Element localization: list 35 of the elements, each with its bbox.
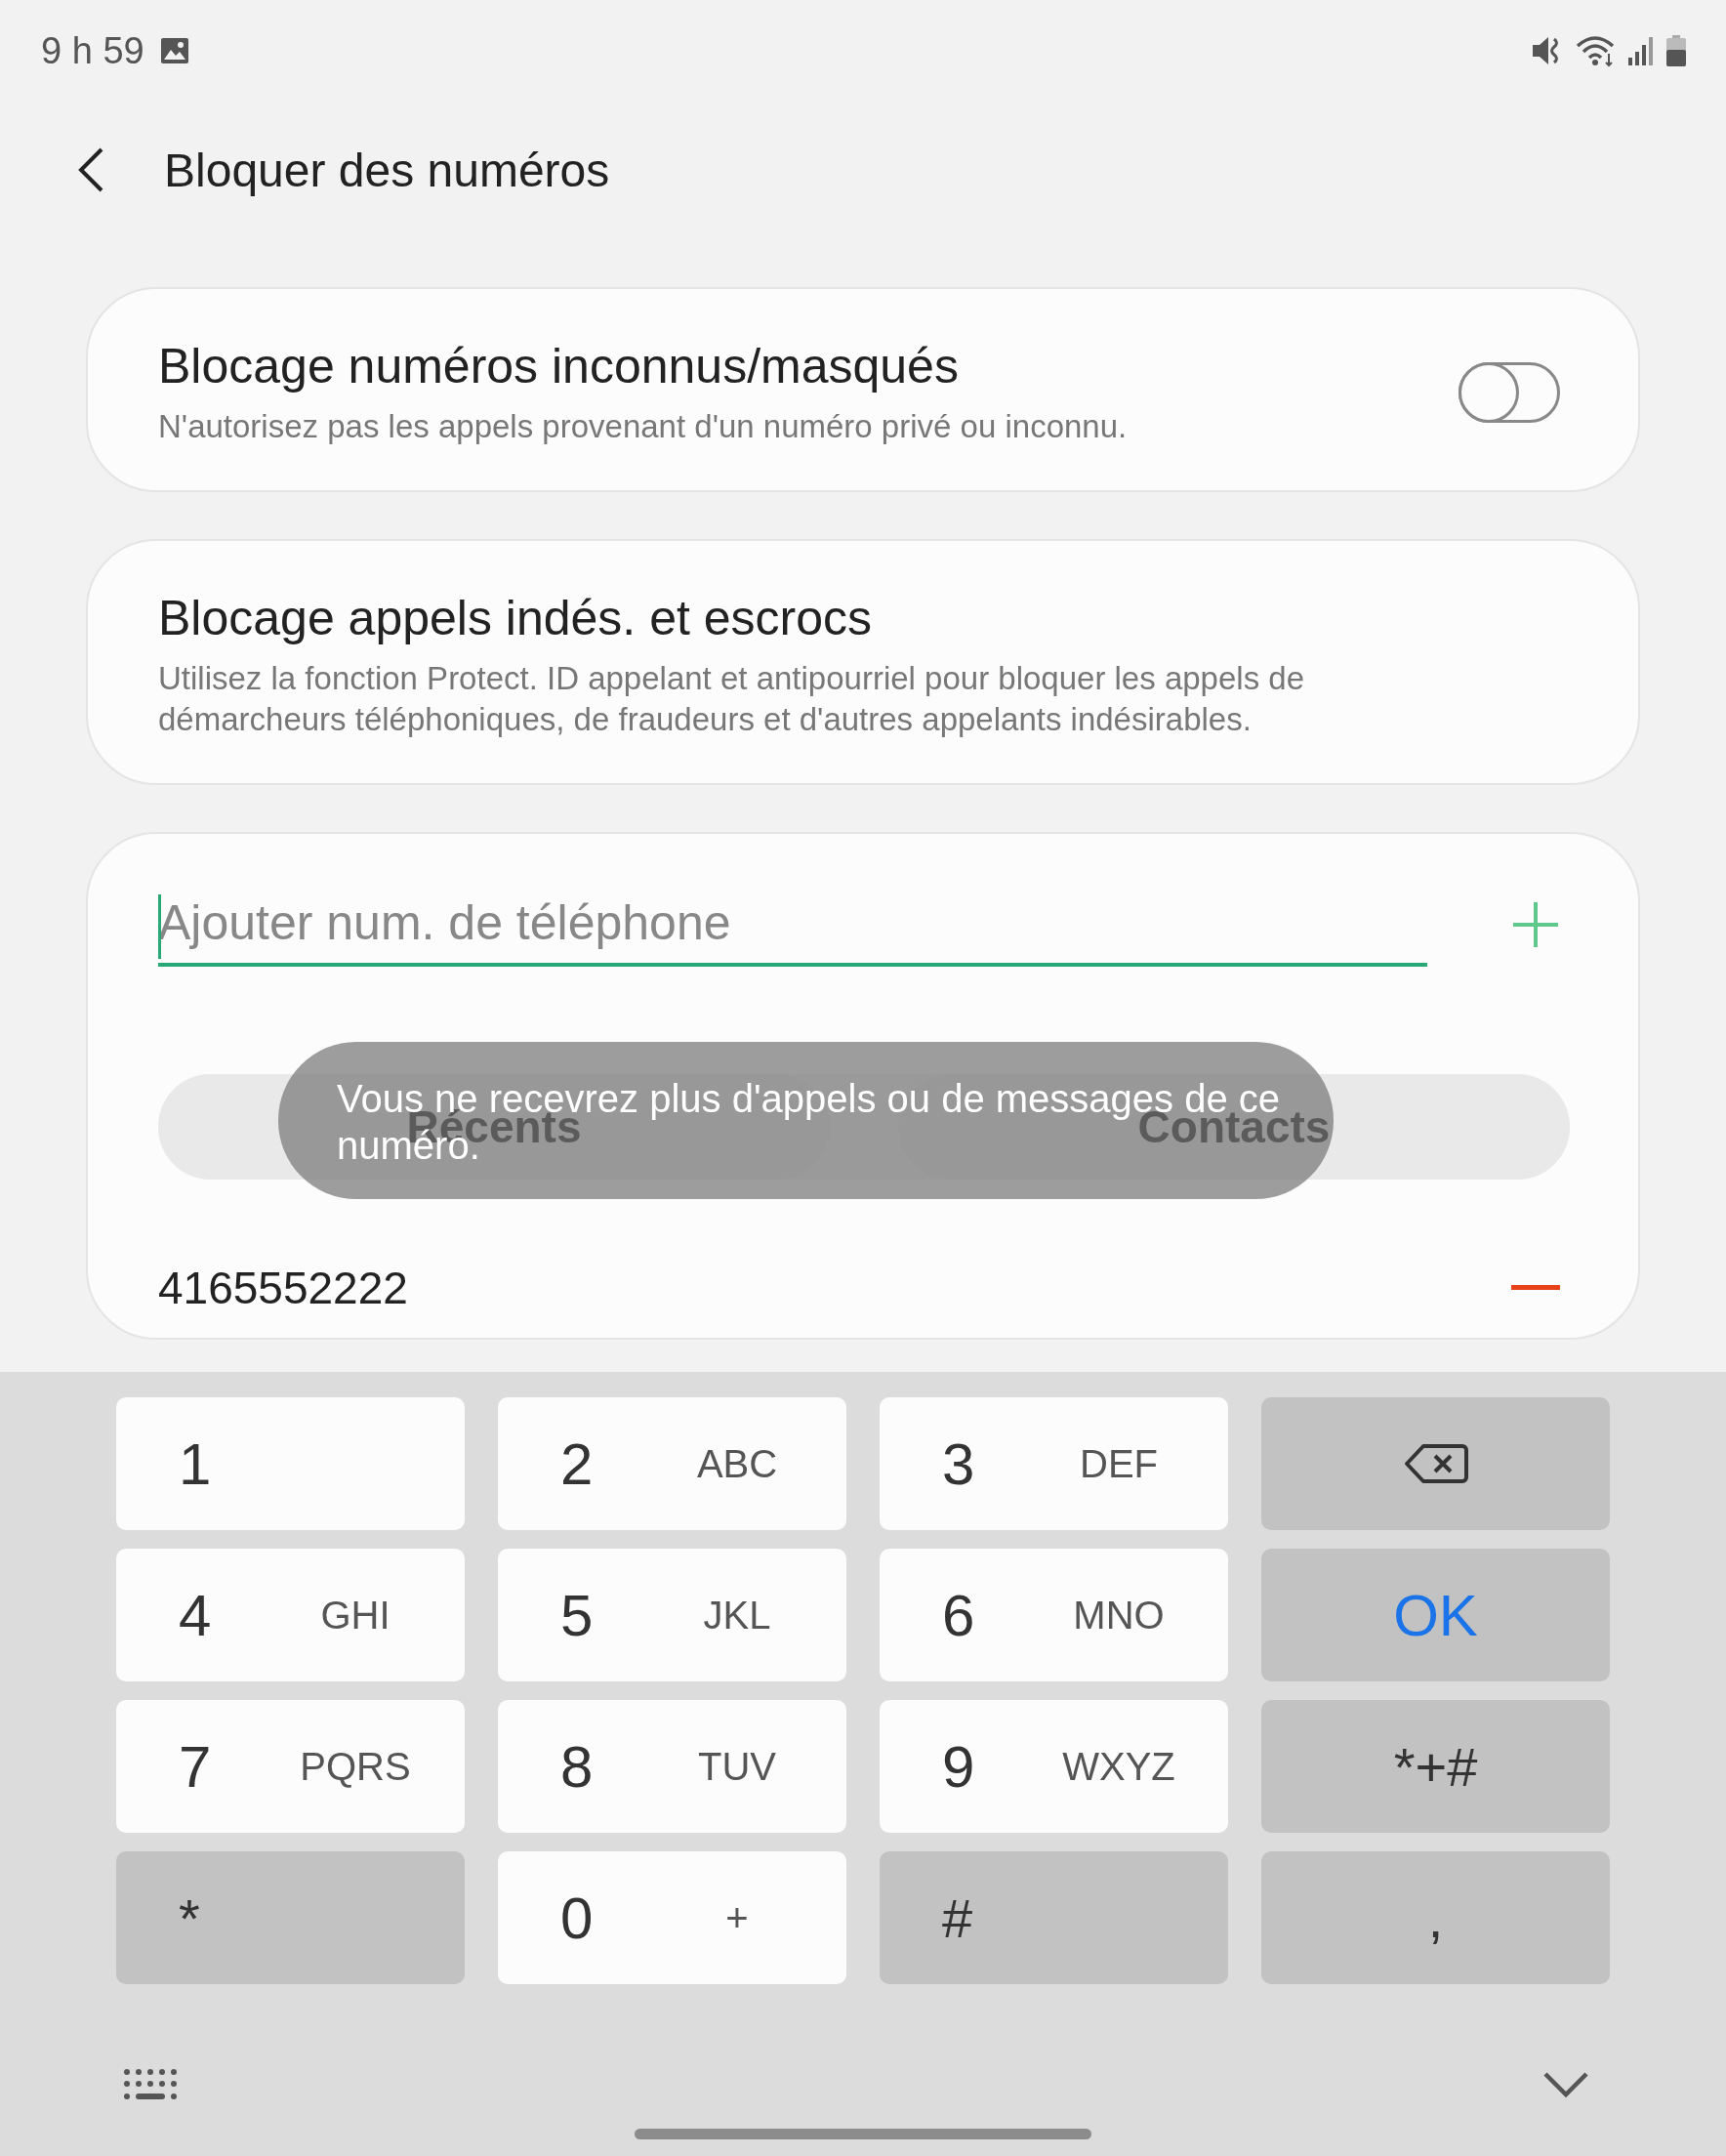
setting-card[interactable]: Blocage numéros inconnus/masqués N'autorisez pas les appels provenant d'un numéro privé ou inconnu.	[86, 287, 1640, 492]
keypad-key[interactable]: 2 ABC	[498, 1397, 846, 1530]
keypad-key[interactable]: 0 +	[498, 1851, 846, 1984]
backspace-icon	[1403, 1443, 1468, 1484]
keypad-key[interactable]: 6 MNO	[880, 1549, 1228, 1681]
setting-description: Utilisez la fonction Protect. ID appelant et antipourriel pour bloquer les appels de démarcheurs téléphoniques, de fraudeurs et d'autres appelants indésirables.	[158, 659, 1305, 739]
page-title: Bloquer des numéros	[164, 143, 610, 197]
keypad-key[interactable]: 8 TUV	[498, 1700, 846, 1833]
keypad-key[interactable]: 1	[116, 1397, 465, 1530]
keypad-key[interactable]: 4 GHI	[116, 1549, 465, 1681]
setting-title: Blocage numéros inconnus/masqués	[158, 338, 960, 394]
minus-icon[interactable]	[1511, 1285, 1560, 1291]
plus-icon[interactable]	[1511, 900, 1560, 949]
status-time: 9 h 59	[41, 29, 144, 72]
setting-description: N'autorisez pas les appels provenant d'un numéro privé ou inconnu.	[158, 407, 1129, 446]
keypad-key[interactable]: 5 JKL	[498, 1549, 846, 1681]
keypad-key[interactable]: *+#	[1261, 1700, 1610, 1833]
keypad-key[interactable]: #	[880, 1851, 1228, 1984]
battery-icon	[1665, 34, 1687, 67]
blocked-number: 4165552222	[158, 1262, 408, 1314]
image-icon	[159, 37, 189, 64]
keypad-key[interactable]: ,	[1261, 1851, 1610, 1984]
keypad-key[interactable]: *	[116, 1851, 465, 1984]
keypad-key[interactable]: 7 PQRS	[116, 1700, 465, 1833]
chevron-down-icon[interactable]	[1542, 2070, 1589, 2099]
back-icon[interactable]	[76, 146, 105, 193]
text-cursor	[158, 894, 161, 959]
keypad-key[interactable]: 9 WXYZ	[880, 1700, 1228, 1833]
keypad-key[interactable]: 3 DEF	[880, 1397, 1228, 1530]
setting-card[interactable]: Blocage appels indés. et escrocs Utilisez la fonction Protect. ID appelant et antipourriel pour bloquer les appels de démarcheurs téléphoniques, de fraudeurs et d'autres appelants indésirables.	[86, 539, 1640, 785]
wifi-icon	[1576, 34, 1617, 67]
setting-title: Blocage appels indés. et escrocs	[158, 590, 873, 646]
signal-icon	[1626, 34, 1656, 67]
keyboard-icon[interactable]	[123, 2068, 180, 2101]
phone-number-field[interactable]: Ajouter num. de téléphone	[158, 883, 1427, 967]
